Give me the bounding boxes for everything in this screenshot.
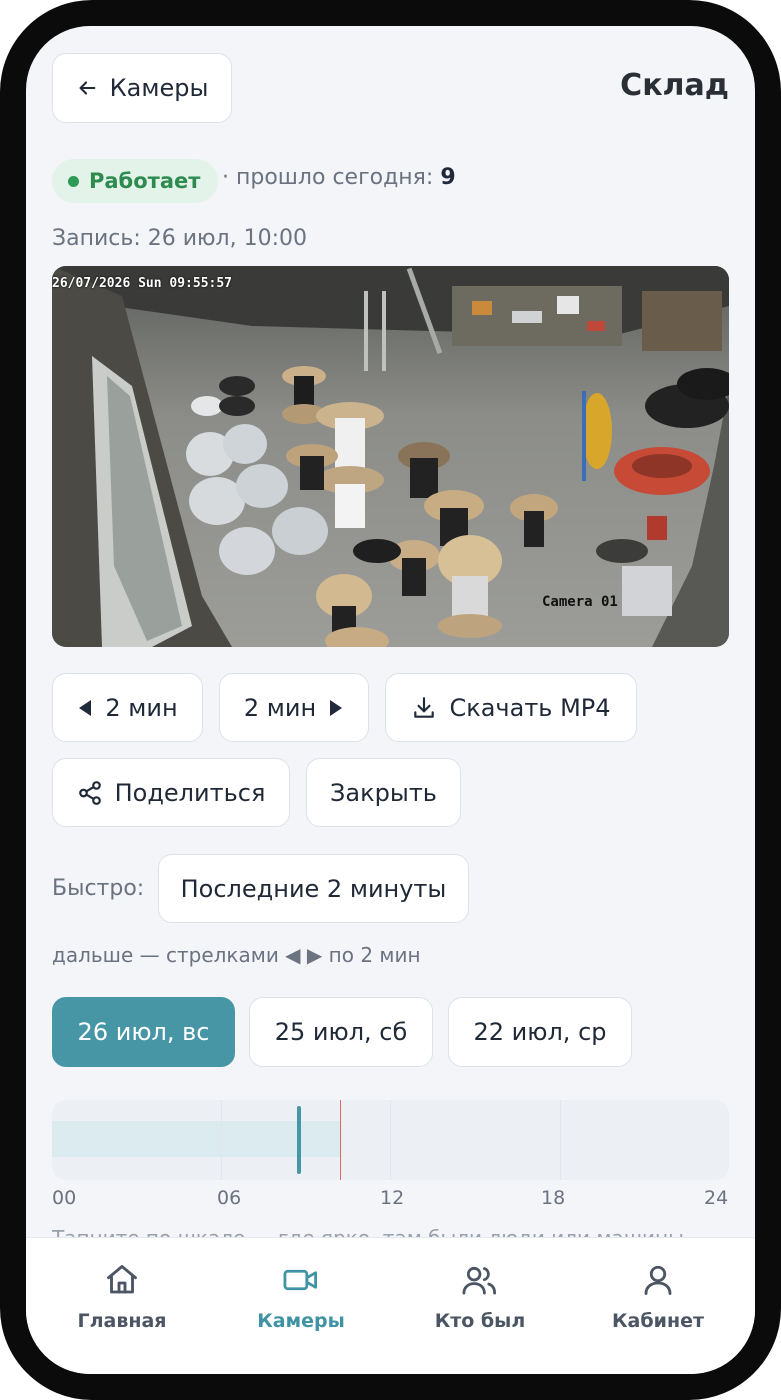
tab-home[interactable]: Главная: [31, 1238, 213, 1374]
page-title: Склад: [620, 68, 729, 103]
camera-frame-image: [52, 266, 729, 647]
users-icon: [462, 1266, 497, 1295]
date-chip-label: 25 июл, сб: [274, 1018, 408, 1046]
passed-today-label: · прошло сегодня:: [222, 165, 434, 190]
tab-account[interactable]: Кабинет: [567, 1238, 749, 1374]
video-player[interactable]: 26/07/2026 Sun 09:55:57 Camera 01: [52, 266, 729, 647]
share-button[interactable]: Поделиться: [52, 758, 290, 827]
date-chip-label: 26 июл, вс: [77, 1018, 210, 1046]
timeline-tick: 00: [52, 1187, 77, 1209]
date-chip-2[interactable]: 22 июл, ср: [448, 997, 632, 1067]
back-button-label: Камеры: [109, 74, 209, 102]
day-timeline[interactable]: [52, 1100, 729, 1180]
tab-cameras[interactable]: Камеры: [210, 1238, 392, 1374]
video-camera-name: Camera 01: [542, 594, 618, 610]
phone-frame: Камеры Склад Работает · прошло сегодня: …: [0, 0, 781, 1400]
status-badge: Работает: [52, 159, 219, 203]
app-screen: Камеры Склад Работает · прошло сегодня: …: [26, 26, 755, 1374]
close-button[interactable]: Закрыть: [306, 758, 461, 827]
triangle-right-icon: [330, 699, 343, 716]
date-chip-label: 22 июл, ср: [473, 1018, 607, 1046]
video-camera-icon: [283, 1269, 318, 1291]
timeline-now-marker: [339, 1100, 342, 1180]
tab-who-was-label: Кто был: [434, 1310, 526, 1332]
date-chip-0[interactable]: 26 июл, вс: [52, 997, 235, 1067]
download-mp4-label: Скачать MP4: [449, 693, 611, 722]
triangle-left-icon: [79, 699, 92, 716]
last-2-minutes-label: Последние 2 минуты: [180, 874, 447, 903]
status-label: Работает: [89, 169, 201, 193]
timeline-tick: 24: [704, 1187, 729, 1209]
bottom-tab-bar: Главная Камеры Кто был Кабинет: [26, 1237, 755, 1374]
passed-today: · прошло сегодня: 9: [222, 165, 456, 190]
timeline-cursor[interactable]: [296, 1106, 301, 1174]
prev-2min-button[interactable]: 2 мин: [52, 673, 203, 742]
tab-home-label: Главная: [77, 1310, 167, 1332]
share-icon: [78, 780, 101, 805]
tab-cameras-label: Камеры: [257, 1310, 345, 1332]
arrow-left-icon: [79, 81, 95, 95]
last-2-minutes-button[interactable]: Последние 2 минуты: [158, 854, 469, 923]
download-mp4-button[interactable]: Скачать MP4: [385, 673, 637, 742]
timeline-tick: 06: [217, 1187, 242, 1209]
back-button[interactable]: Камеры: [52, 53, 232, 123]
close-label: Закрыть: [330, 778, 437, 807]
home-icon: [107, 1265, 137, 1294]
recording-time: Запись: 26 июл, 10:00: [52, 226, 307, 251]
timeline-gridline: [221, 1100, 222, 1180]
tab-who-was[interactable]: Кто был: [389, 1238, 571, 1374]
video-timestamp: 26/07/2026 Sun 09:55:57: [52, 276, 233, 291]
date-chip-1[interactable]: 25 июл, сб: [249, 997, 433, 1067]
prev-2min-label: 2 мин: [105, 693, 178, 722]
next-2min-label: 2 мин: [243, 693, 317, 722]
timeline-gridline: [560, 1100, 561, 1180]
quick-label: Быстро:: [52, 876, 145, 901]
arrows-hint: дальше — стрелками ◀ ▶ по 2 мин: [52, 943, 421, 967]
timeline-tick: 12: [380, 1187, 405, 1209]
passed-today-count: 9: [440, 165, 456, 190]
next-2min-button[interactable]: 2 мин: [219, 673, 369, 742]
timeline-gridline: [390, 1100, 391, 1180]
status-dot-icon: [68, 175, 79, 187]
download-icon: [414, 696, 435, 718]
share-label: Поделиться: [114, 778, 266, 807]
tab-account-label: Кабинет: [612, 1310, 704, 1332]
user-icon: [644, 1265, 672, 1295]
timeline-tick: 18: [541, 1187, 566, 1209]
